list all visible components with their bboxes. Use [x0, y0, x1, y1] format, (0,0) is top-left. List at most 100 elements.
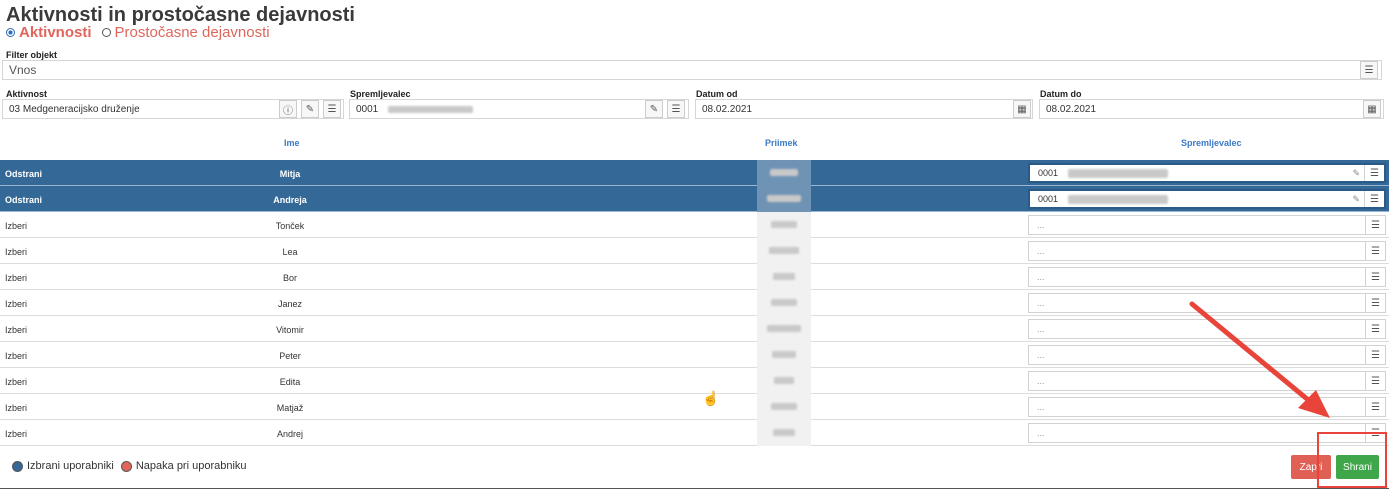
row-spremljevalec-value: ...: [1037, 298, 1045, 308]
row-action-link[interactable]: Izberi: [5, 429, 27, 439]
row-spremljevalec-input[interactable]: ... ☰: [1028, 215, 1386, 235]
mode-switch: Aktivnosti Prostočasne dejavnosti: [6, 24, 270, 41]
row-action-link[interactable]: Odstrani: [5, 195, 42, 205]
mode-prostocasne-label: Prostočasne dejavnosti: [114, 24, 270, 41]
row-ime: Andrej: [276, 429, 303, 439]
row-spremljevalec-value: ...: [1037, 350, 1045, 360]
col-header-priimek[interactable]: Priimek: [765, 138, 798, 148]
datum-do-calendar-icon[interactable]: ▦: [1363, 100, 1381, 118]
row-spremljevalec-value: ...: [1037, 376, 1045, 386]
filter-input[interactable]: Vnos: [2, 60, 1382, 80]
list-icon[interactable]: ☰: [1365, 216, 1385, 234]
row-priimek-blurred: [757, 368, 811, 394]
list-icon[interactable]: ☰: [1364, 191, 1384, 207]
row-spremljevalec-value: ...: [1037, 324, 1045, 334]
spremljevalec-eraser-icon[interactable]: ✎: [645, 100, 663, 118]
table-row[interactable]: Odstrani Mitja 0001 ✎ ☰: [0, 160, 1389, 186]
table-row[interactable]: Odstrani Andreja 0001 ✎ ☰: [0, 186, 1389, 212]
row-spremljevalec-input[interactable]: 0001 ✎ ☰: [1028, 189, 1386, 209]
row-priimek-blurred: [757, 342, 811, 368]
list-icon[interactable]: ☰: [1365, 242, 1385, 260]
legend-error-label: Napaka pri uporabniku: [135, 460, 247, 472]
spremljevalec-value: 0001: [356, 103, 379, 115]
col-header-ime[interactable]: Ime: [284, 138, 300, 148]
radio-empty-icon: [101, 28, 111, 37]
legend-selected-label: Izbrani uporabniki: [27, 460, 114, 472]
row-action-link[interactable]: Izberi: [5, 299, 27, 309]
row-spremljevalec-value: ...: [1037, 272, 1045, 282]
bottom-divider: [0, 488, 1389, 489]
row-action-link[interactable]: Izberi: [5, 325, 27, 335]
row-priimek-blurred: [757, 264, 811, 290]
row-spremljevalec-value: ...: [1037, 402, 1045, 412]
row-priimek-blurred: [757, 160, 811, 186]
row-ime: Matjaž: [276, 403, 304, 413]
radio-selected-icon: [6, 28, 15, 37]
datum-od-calendar-icon[interactable]: ▦: [1013, 100, 1031, 118]
row-priimek-blurred: [757, 238, 811, 264]
spremljevalec-input[interactable]: 0001: [349, 99, 689, 119]
list-icon[interactable]: ☰: [1365, 294, 1385, 312]
row-spremljevalec-value: 0001: [1038, 168, 1059, 178]
list-icon[interactable]: ☰: [1364, 165, 1384, 181]
row-action-link[interactable]: Odstrani: [5, 169, 42, 179]
row-spremljevalec-value: ...: [1037, 428, 1045, 438]
list-icon[interactable]: ☰: [1365, 372, 1385, 390]
aktivnost-eraser-icon[interactable]: ✎: [301, 100, 319, 118]
row-spremljevalec-value: 0001: [1038, 194, 1059, 204]
table-row[interactable]: Izberi Bor... ☰: [0, 264, 1389, 290]
row-action-link[interactable]: Izberi: [5, 351, 27, 361]
row-ime: Lea: [282, 247, 298, 257]
eraser-icon[interactable]: ✎: [1352, 168, 1360, 179]
row-spremljevalec-input[interactable]: ... ☰: [1028, 267, 1386, 287]
info-icon[interactable]: ⓘ: [279, 100, 297, 118]
row-ime: Mitja: [279, 169, 301, 179]
datum-do-input[interactable]: 08.02.2021: [1039, 99, 1384, 119]
col-header-spremljevalec[interactable]: Spremljevalec: [1181, 138, 1242, 148]
row-spremljevalec-value: ...: [1037, 246, 1045, 256]
mode-aktivnosti[interactable]: Aktivnosti: [6, 24, 92, 41]
spremljevalec-list-icon[interactable]: ☰: [667, 100, 685, 118]
row-ime: Andreja: [273, 195, 307, 205]
row-ime: Edita: [279, 377, 301, 387]
row-spremljevalec-input[interactable]: ... ☰: [1028, 241, 1386, 261]
row-priimek-blurred: [757, 316, 811, 342]
row-action-link[interactable]: Izberi: [5, 221, 27, 231]
list-icon[interactable]: ☰: [1365, 320, 1385, 338]
red-arrow-annotation: [1189, 301, 1330, 418]
aktivnost-label: Aktivnost: [6, 89, 48, 99]
mode-aktivnosti-label: Aktivnosti: [19, 24, 92, 41]
row-priimek-blurred: [757, 394, 811, 420]
legend: Izbrani uporabniki Napaka pri uporabniku: [12, 460, 247, 472]
row-action-link[interactable]: Izberi: [5, 403, 27, 413]
row-action-link[interactable]: Izberi: [5, 273, 27, 283]
eraser-icon[interactable]: ✎: [1352, 194, 1360, 205]
legend-error-dot: [120, 460, 132, 472]
row-priimek-blurred: [757, 186, 811, 212]
datum-od-input[interactable]: 08.02.2021: [695, 99, 1033, 119]
aktivnost-list-icon[interactable]: ☰: [323, 100, 341, 118]
filter-list-icon[interactable]: ☰: [1360, 61, 1378, 79]
row-spremljevalec-input[interactable]: 0001 ✎ ☰: [1028, 163, 1386, 183]
row-priimek-blurred: [757, 212, 811, 238]
blurred-name: [388, 105, 474, 113]
list-icon[interactable]: ☰: [1365, 268, 1385, 286]
row-ime: Janez: [277, 299, 303, 309]
datum-do-label: Datum do: [1040, 89, 1082, 99]
row-priimek-blurred: [757, 420, 811, 446]
filter-label: Filter objekt: [6, 50, 58, 60]
row-action-link[interactable]: Izberi: [5, 377, 27, 387]
row-priimek-blurred: [757, 290, 811, 316]
row-action-link[interactable]: Izberi: [5, 247, 27, 257]
table-row[interactable]: Izberi Lea... ☰: [0, 238, 1389, 264]
table-row[interactable]: Izberi Tonček... ☰: [0, 212, 1389, 238]
row-spremljevalec-value: ...: [1037, 220, 1045, 230]
row-ime: Bor: [282, 273, 297, 283]
mode-prostocasne[interactable]: Prostočasne dejavnosti: [101, 24, 270, 41]
list-icon[interactable]: ☰: [1365, 346, 1385, 364]
spremljevalec-label: Spremljevalec: [350, 89, 411, 99]
legend-selected-dot: [12, 460, 23, 472]
list-icon[interactable]: ☰: [1365, 398, 1385, 416]
datum-od-label: Datum od: [696, 89, 738, 99]
row-ime: Tonček: [275, 221, 305, 231]
